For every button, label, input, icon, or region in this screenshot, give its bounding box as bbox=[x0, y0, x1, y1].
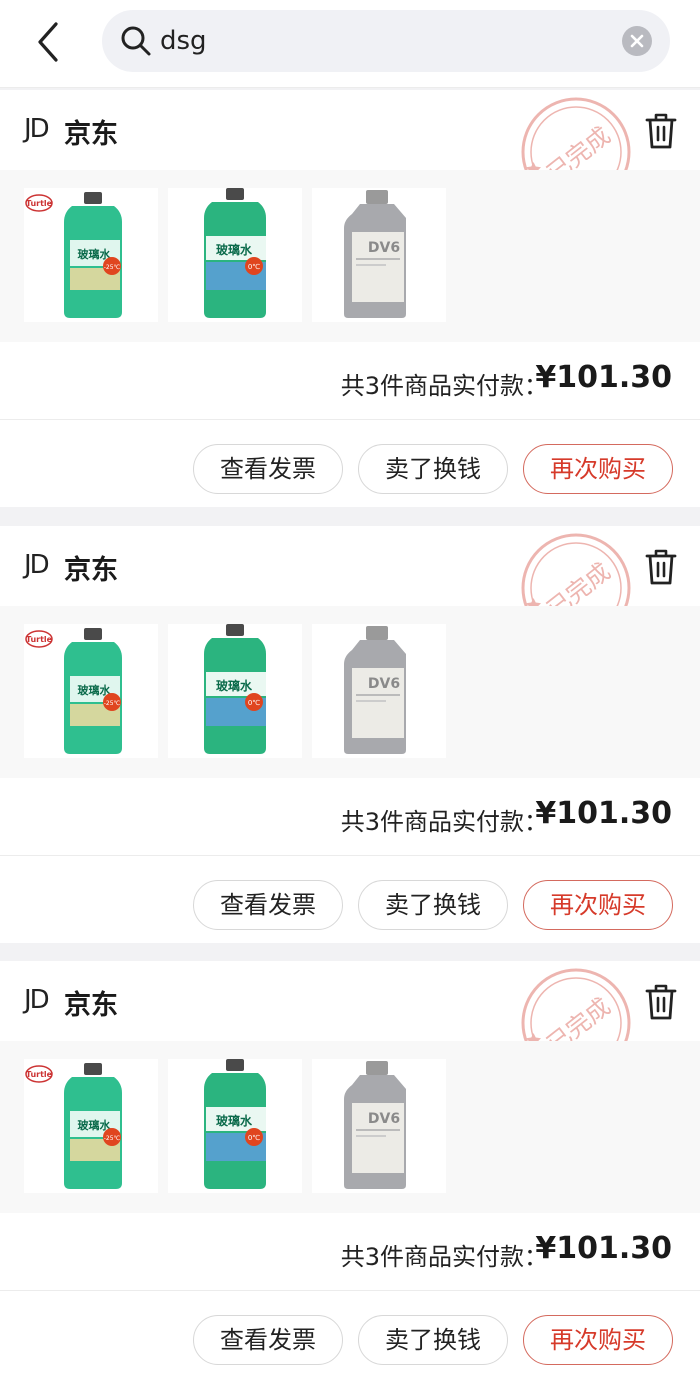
sell-for-cash-button[interactable]: 卖了换钱 bbox=[358, 880, 508, 930]
order-summary: 共3件商品 实付款： ¥101.30 bbox=[0, 342, 700, 420]
shop-header: JD 京东 已完成 bbox=[0, 90, 700, 207]
order-card[interactable]: JD 京东 已完成 Turtle 玻璃水 -25℃ 玻璃水 0℃ DV6 共3件… bbox=[0, 961, 700, 1378]
jd-logo: JD bbox=[24, 985, 50, 1015]
search-input[interactable] bbox=[160, 22, 610, 60]
product-image-row[interactable]: Turtle 玻璃水 -25℃ 玻璃水 0℃ DV6 bbox=[0, 1041, 700, 1213]
svg-text:玻璃水: 玻璃水 bbox=[216, 1113, 253, 1128]
view-invoice-button[interactable]: 查看发票 bbox=[193, 880, 343, 930]
product-image-row[interactable]: Turtle 玻璃水 -25℃ 玻璃水 0℃ DV6 bbox=[0, 170, 700, 342]
shop-name[interactable]: 京东 bbox=[64, 548, 118, 587]
buy-again-button[interactable]: 再次购买 bbox=[523, 1315, 673, 1365]
product-image-dv6-oil[interactable]: DV6 bbox=[312, 624, 446, 758]
product-image-glass-water-25[interactable]: Turtle 玻璃水 -25℃ bbox=[24, 1059, 158, 1193]
svg-text:玻璃水: 玻璃水 bbox=[216, 242, 253, 257]
svg-text:Turtle: Turtle bbox=[26, 1070, 53, 1079]
svg-text:DV6: DV6 bbox=[368, 1111, 400, 1127]
svg-text:玻璃水: 玻璃水 bbox=[216, 678, 253, 693]
svg-text:0℃: 0℃ bbox=[248, 1134, 260, 1142]
product-count: 共3件商品 bbox=[340, 372, 452, 400]
paid-amount: ¥101.30 bbox=[535, 1231, 672, 1266]
shop-header: JD 京东 已完成 bbox=[0, 526, 700, 643]
search-icon bbox=[120, 25, 152, 57]
product-image-row[interactable]: Turtle 玻璃水 -25℃ 玻璃水 0℃ DV6 bbox=[0, 606, 700, 778]
svg-text:-25℃: -25℃ bbox=[104, 1135, 121, 1142]
back-arrow-icon[interactable] bbox=[30, 20, 70, 64]
svg-text:玻璃水: 玻璃水 bbox=[78, 1118, 112, 1132]
product-count: 共3件商品 bbox=[340, 1243, 452, 1271]
product-image-glass-water-0[interactable]: 玻璃水 0℃ bbox=[168, 188, 302, 322]
svg-text:0℃: 0℃ bbox=[248, 263, 260, 271]
buy-again-button[interactable]: 再次购买 bbox=[523, 880, 673, 930]
svg-text:-25℃: -25℃ bbox=[104, 700, 121, 707]
svg-text:玻璃水: 玻璃水 bbox=[78, 683, 112, 697]
svg-text:DV6: DV6 bbox=[368, 240, 400, 256]
paid-label: 实付款： bbox=[452, 372, 548, 400]
svg-text:-25℃: -25℃ bbox=[104, 264, 121, 271]
search-bar[interactable] bbox=[102, 10, 670, 72]
paid-amount: ¥101.30 bbox=[535, 360, 672, 395]
buy-again-button[interactable]: 再次购买 bbox=[523, 444, 673, 494]
paid-label: 实付款： bbox=[452, 1243, 548, 1271]
top-bar bbox=[0, 0, 700, 88]
product-image-glass-water-25[interactable]: Turtle 玻璃水 -25℃ bbox=[24, 188, 158, 322]
shop-name[interactable]: 京东 bbox=[64, 112, 118, 151]
svg-text:Turtle: Turtle bbox=[26, 635, 53, 644]
svg-text:玻璃水: 玻璃水 bbox=[78, 247, 112, 261]
order-summary: 共3件商品 实付款： ¥101.30 bbox=[0, 778, 700, 856]
product-image-dv6-oil[interactable]: DV6 bbox=[312, 188, 446, 322]
order-card[interactable]: JD 京东 已完成 Turtle 玻璃水 -25℃ 玻璃水 0℃ DV6 共3件… bbox=[0, 90, 700, 507]
product-image-glass-water-0[interactable]: 玻璃水 0℃ bbox=[168, 624, 302, 758]
shop-name[interactable]: 京东 bbox=[64, 983, 118, 1022]
order-summary: 共3件商品 实付款： ¥101.30 bbox=[0, 1213, 700, 1291]
jd-logo: JD bbox=[24, 550, 50, 580]
trash-icon[interactable] bbox=[644, 983, 678, 1021]
view-invoice-button[interactable]: 查看发票 bbox=[193, 444, 343, 494]
jd-logo: JD bbox=[24, 114, 50, 144]
view-invoice-button[interactable]: 查看发票 bbox=[193, 1315, 343, 1365]
trash-icon[interactable] bbox=[644, 112, 678, 150]
product-image-dv6-oil[interactable]: DV6 bbox=[312, 1059, 446, 1193]
shop-header: JD 京东 已完成 bbox=[0, 961, 700, 1078]
paid-amount: ¥101.30 bbox=[535, 796, 672, 831]
trash-icon[interactable] bbox=[644, 548, 678, 586]
paid-label: 实付款： bbox=[452, 808, 548, 836]
order-card[interactable]: JD 京东 已完成 Turtle 玻璃水 -25℃ 玻璃水 0℃ DV6 共3件… bbox=[0, 526, 700, 943]
product-count: 共3件商品 bbox=[340, 808, 452, 836]
svg-text:DV6: DV6 bbox=[368, 676, 400, 692]
clear-search-icon[interactable] bbox=[622, 26, 652, 56]
sell-for-cash-button[interactable]: 卖了换钱 bbox=[358, 444, 508, 494]
product-image-glass-water-25[interactable]: Turtle 玻璃水 -25℃ bbox=[24, 624, 158, 758]
sell-for-cash-button[interactable]: 卖了换钱 bbox=[358, 1315, 508, 1365]
svg-text:0℃: 0℃ bbox=[248, 699, 260, 707]
svg-text:Turtle: Turtle bbox=[26, 199, 53, 208]
product-image-glass-water-0[interactable]: 玻璃水 0℃ bbox=[168, 1059, 302, 1193]
